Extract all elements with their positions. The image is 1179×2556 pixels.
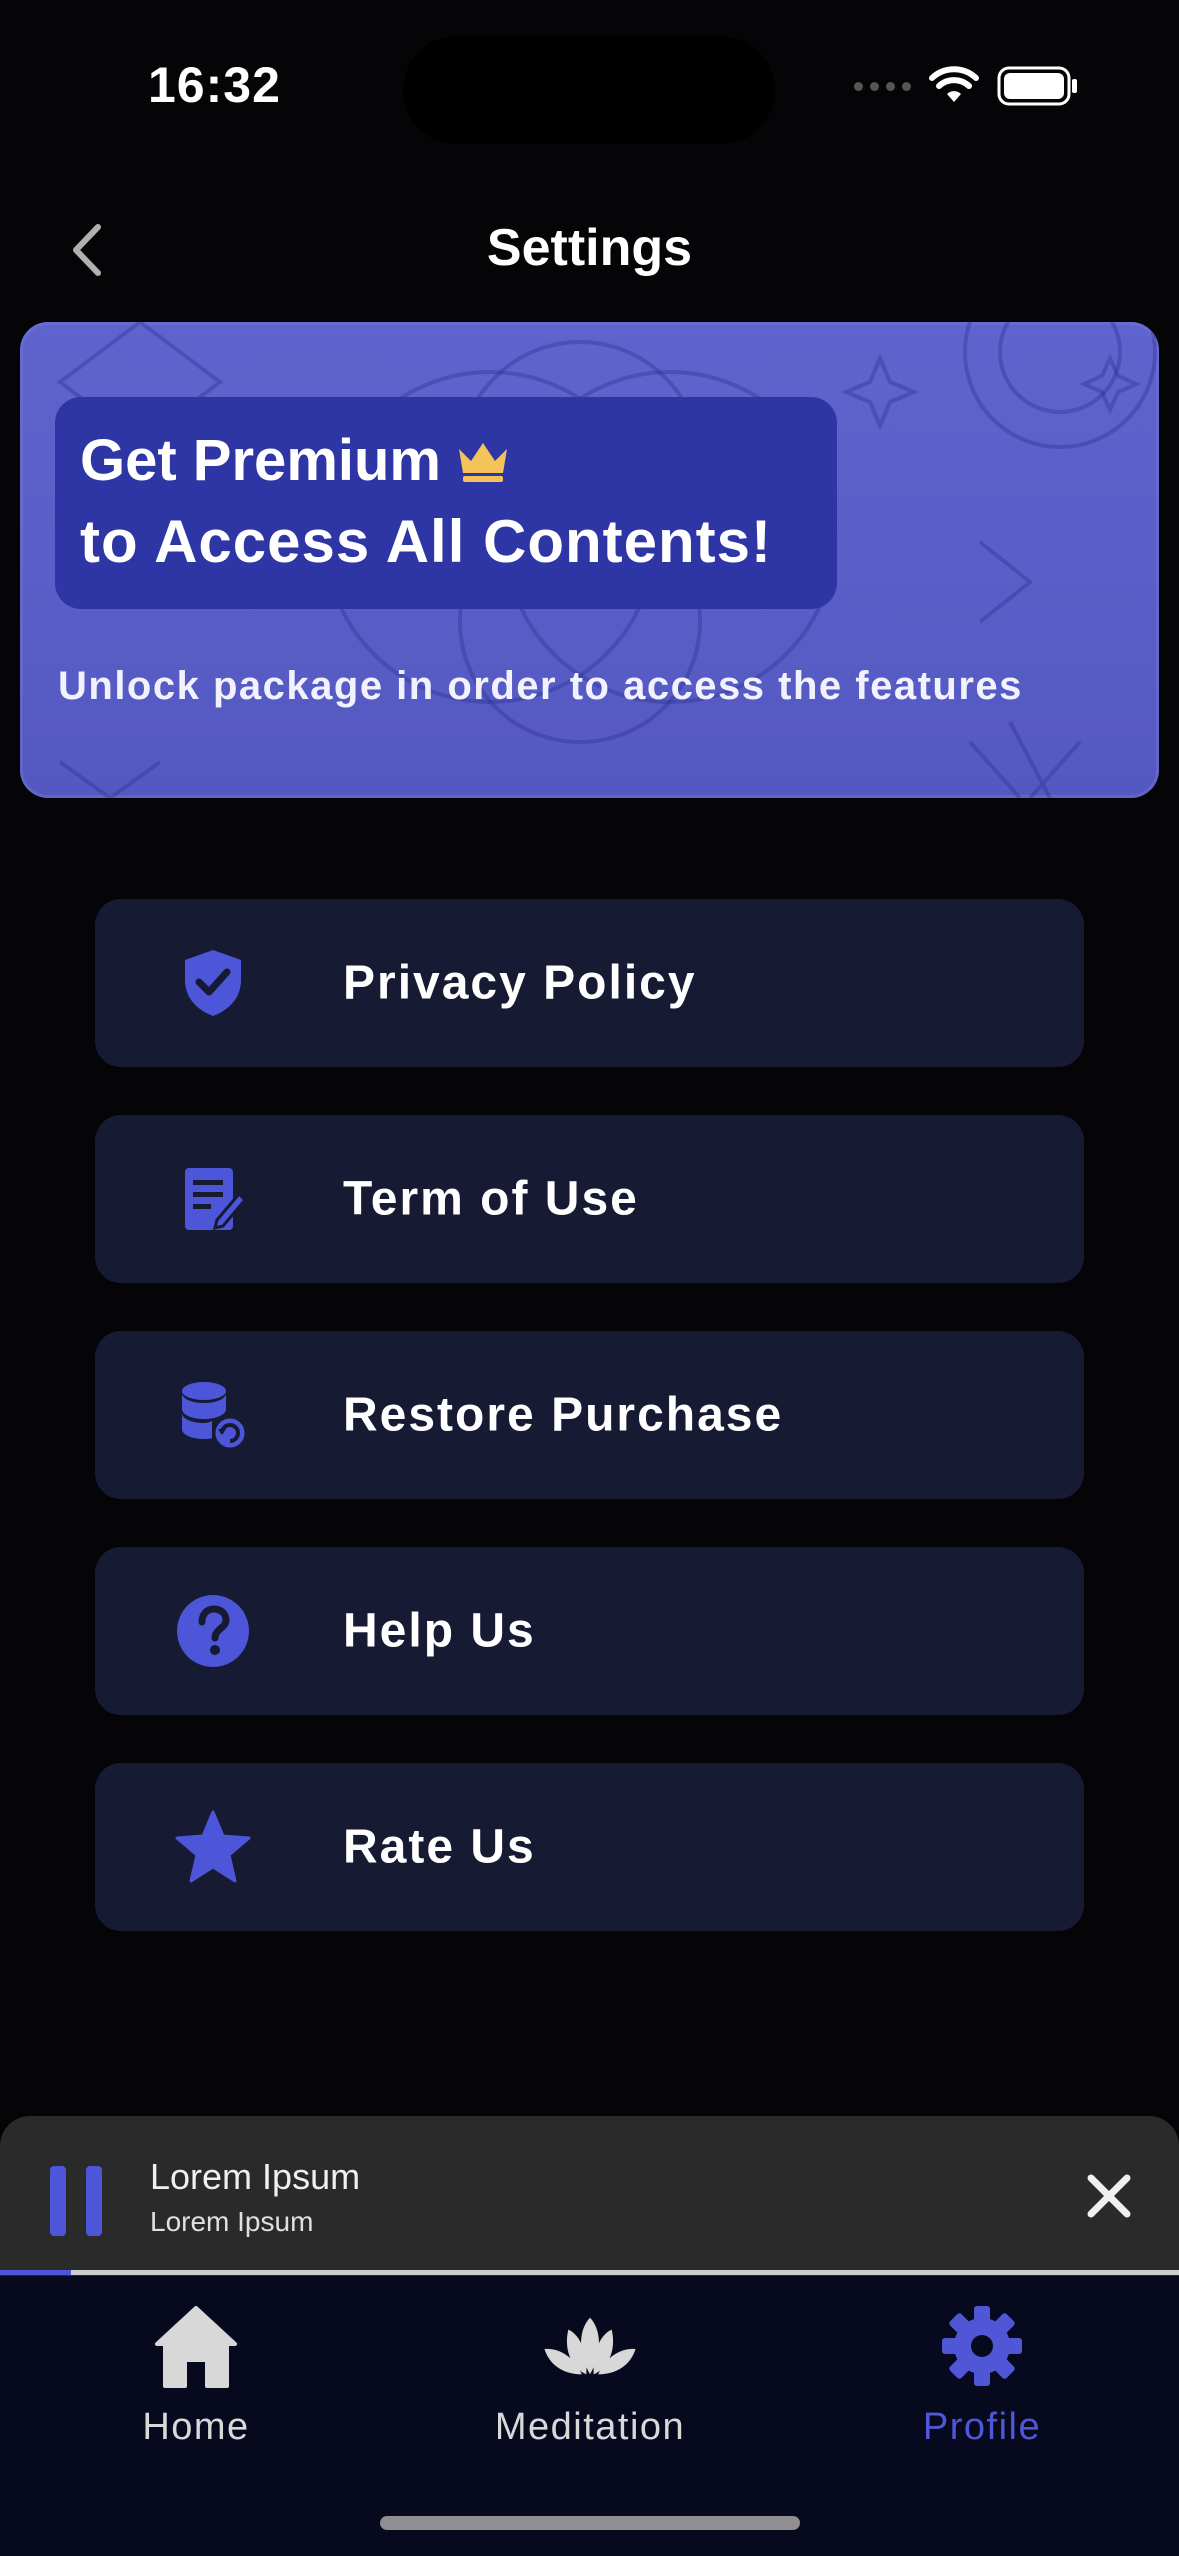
mini-player[interactable]: Lorem Ipsum Lorem Ipsum xyxy=(0,2116,1179,2276)
tab-home[interactable]: Home xyxy=(46,2296,346,2476)
gear-icon xyxy=(932,2296,1032,2396)
cellular-signal-icon xyxy=(854,81,911,91)
menu-item-label: Privacy Policy xyxy=(343,956,697,1010)
question-circle-icon xyxy=(175,1593,251,1669)
crown-icon xyxy=(459,442,507,482)
battery-icon xyxy=(997,66,1077,106)
database-restore-icon xyxy=(175,1377,251,1453)
menu-item-restore-purchase[interactable]: Restore Purchase xyxy=(95,1331,1084,1499)
status-icons xyxy=(854,62,1079,110)
menu-item-label: Term of Use xyxy=(343,1172,639,1226)
menu-item-label: Help Us xyxy=(343,1604,536,1658)
tab-bar: Home Meditation Profile xyxy=(0,2276,1179,2556)
banner-headline-text: Get Premium xyxy=(80,428,441,493)
tab-label: Home xyxy=(142,2406,250,2448)
home-indicator xyxy=(380,2516,800,2530)
tab-meditation[interactable]: Meditation xyxy=(440,2296,740,2476)
pause-icon[interactable] xyxy=(50,2166,102,2236)
banner-headline-line1: Get Premium xyxy=(80,427,511,494)
menu-item-privacy-policy[interactable]: Privacy Policy xyxy=(95,899,1084,1067)
close-icon[interactable] xyxy=(1079,2166,1139,2226)
menu-item-label: Rate Us xyxy=(343,1820,536,1874)
premium-banner[interactable]: Get Premium to Access All Contents! Unlo… xyxy=(20,322,1159,798)
tab-profile[interactable]: Profile xyxy=(832,2296,1132,2476)
star-icon xyxy=(175,1809,251,1885)
tab-label: Profile xyxy=(922,2406,1042,2448)
banner-subtitle: Unlock package in order to access the fe… xyxy=(58,664,1023,708)
page-title: Settings xyxy=(486,219,693,277)
banner-headline-line2: to Access All Contents! xyxy=(80,508,772,575)
shield-check-icon xyxy=(175,945,251,1021)
wifi-icon xyxy=(929,66,979,102)
dynamic-island xyxy=(403,36,775,144)
menu-item-term-of-use[interactable]: Term of Use xyxy=(95,1115,1084,1283)
player-progress-fill xyxy=(0,2270,71,2275)
menu-item-help-us[interactable]: Help Us xyxy=(95,1547,1084,1715)
home-icon xyxy=(146,2296,246,2396)
player-progress-bar[interactable] xyxy=(0,2270,1179,2275)
menu-item-rate-us[interactable]: Rate Us xyxy=(95,1763,1084,1931)
player-track-subtitle: Lorem Ipsum xyxy=(150,2206,314,2237)
document-edit-icon xyxy=(175,1161,251,1237)
menu-item-label: Restore Purchase xyxy=(343,1388,784,1442)
player-track-title: Lorem Ipsum xyxy=(150,2156,361,2197)
lotus-icon xyxy=(540,2296,640,2396)
tab-label: Meditation xyxy=(494,2406,686,2448)
status-time: 16:32 xyxy=(148,57,281,113)
